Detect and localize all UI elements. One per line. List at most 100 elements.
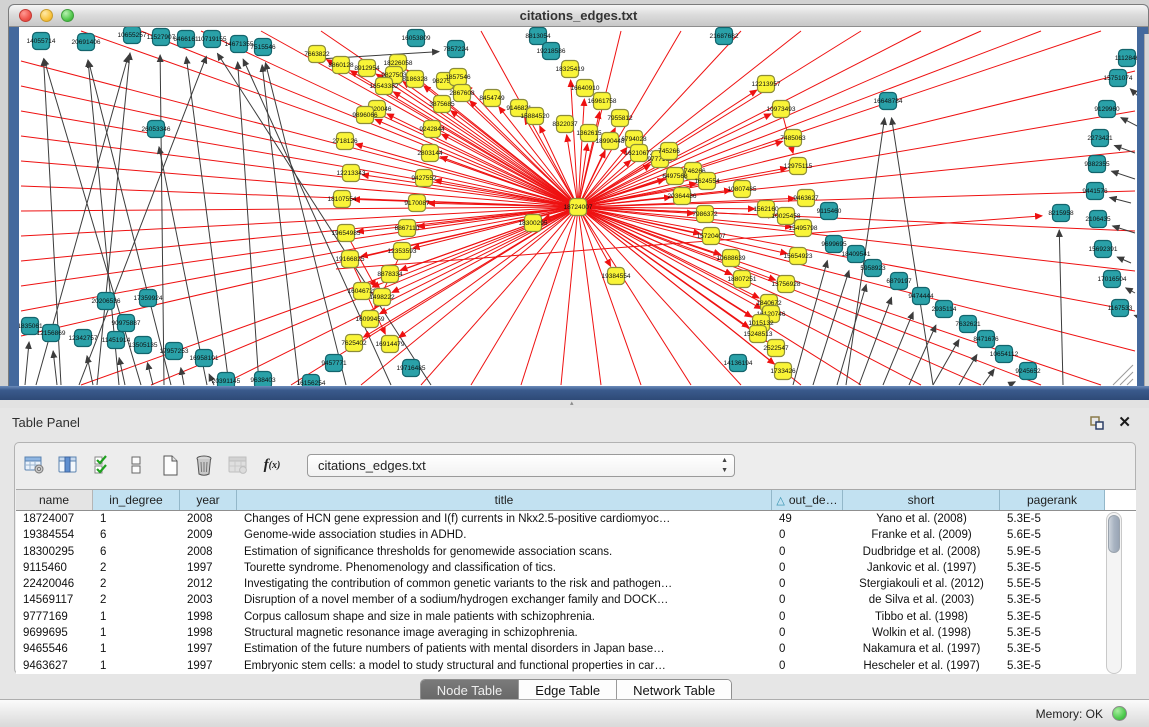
table-cell[interactable]: 0 — [772, 609, 843, 625]
scrollbar-thumb[interactable] — [1108, 515, 1120, 553]
table-cell[interactable]: Estimation of significance thresholds fo… — [237, 544, 772, 560]
network-node[interactable]: 6466161 — [173, 31, 199, 48]
table-cell[interactable]: 2 — [93, 576, 180, 592]
table-row[interactable]: 1830029562008Estimation of significance … — [16, 544, 1105, 560]
table-cell[interactable]: Stergiakouli et al. (2012) — [843, 576, 1000, 592]
network-node[interactable]: 19384554 — [602, 268, 631, 285]
network-node[interactable]: 10688639 — [717, 250, 746, 267]
table-cell[interactable]: 9777169 — [16, 609, 93, 625]
panel-splitter[interactable]: ▴ — [0, 400, 1149, 408]
resize-grip-icon[interactable] — [1120, 372, 1133, 385]
table-cell[interactable]: 5.3E-5 — [1000, 609, 1105, 625]
table-cell[interactable]: 0 — [772, 625, 843, 641]
memory-status-indicator[interactable] — [1112, 706, 1127, 721]
column-header-title[interactable]: title — [237, 490, 772, 510]
network-node[interactable]: 7632621 — [955, 316, 981, 333]
network-canvas[interactable]: 8860128891295418226058982750316543382224… — [19, 27, 1137, 387]
network-node[interactable]: 7955812 — [607, 110, 633, 127]
table-row[interactable]: 911546021997Tourette syndrome. Phenomeno… — [16, 560, 1105, 576]
network-node[interactable]: 8186328 — [402, 71, 428, 88]
column-header-out-de-[interactable]: △out_de… — [772, 490, 843, 510]
network-node[interactable]: 20364486 — [668, 188, 697, 205]
table-cell[interactable]: 2 — [93, 560, 180, 576]
table-cell[interactable]: 0 — [772, 641, 843, 657]
close-panel-icon[interactable]: ✕ — [1118, 413, 1131, 431]
network-node[interactable]: 15751074 — [1104, 70, 1133, 87]
network-node[interactable]: 9242844 — [419, 121, 445, 138]
network-node[interactable]: 13505135 — [129, 337, 158, 354]
network-node[interactable]: 10807485 — [728, 181, 757, 198]
resize-grip-icon[interactable] — [1127, 379, 1133, 385]
network-window-titlebar[interactable]: citations_edges.txt — [9, 5, 1148, 27]
table-row[interactable]: 1938455462009Genome-wide association stu… — [16, 527, 1105, 543]
network-node[interactable]: 2273421 — [1087, 130, 1113, 147]
table-row[interactable]: 2242004622012Investigating the contribut… — [16, 576, 1105, 592]
table-cell[interactable]: 1 — [93, 641, 180, 657]
trash-icon[interactable] — [193, 454, 215, 476]
table-row[interactable]: 946362711997Embryonic stem cells: a mode… — [16, 658, 1105, 674]
table-cell[interactable]: 5.3E-5 — [1000, 641, 1105, 657]
table-cell[interactable]: Tourette syndrome. Phenomenology and cla… — [237, 560, 772, 576]
table-cell[interactable]: 5.3E-5 — [1000, 592, 1105, 608]
table-cell[interactable]: 1 — [93, 511, 180, 527]
new-file-icon[interactable] — [159, 454, 181, 476]
network-node[interactable]: 12213957 — [752, 76, 781, 93]
table-cell[interactable]: 0 — [772, 658, 843, 674]
table-cell[interactable]: 5.6E-5 — [1000, 527, 1105, 543]
network-node[interactable]: 16648784 — [874, 93, 903, 110]
network-node[interactable]: 90975887 — [112, 315, 141, 332]
network-node[interactable]: 14055714 — [27, 33, 56, 50]
network-node[interactable]: 21687682 — [710, 28, 739, 45]
network-node[interactable]: 1167533 — [1108, 300, 1133, 317]
network-node[interactable]: 15692391 — [1089, 241, 1118, 258]
table-cell[interactable]: 5.5E-5 — [1000, 576, 1105, 592]
column-header-name[interactable]: name — [16, 490, 93, 510]
table-cell[interactable]: 5.3E-5 — [1000, 658, 1105, 674]
network-node[interactable]: 8471676 — [973, 331, 999, 348]
table-cell[interactable]: 5.3E-5 — [1000, 560, 1105, 576]
table-row[interactable]: 1872400712008Changes of HCN gene express… — [16, 511, 1105, 527]
network-node[interactable]: 26053346 — [142, 121, 171, 138]
table-column-icon[interactable] — [57, 454, 79, 476]
network-node[interactable]: 1112846 — [1115, 50, 1137, 67]
network-node[interactable]: 8878334 — [377, 266, 403, 283]
network-node[interactable]: 10654112 — [990, 346, 1019, 363]
column-header-year[interactable]: year — [180, 490, 237, 510]
table-cell[interactable]: Genome-wide association studies in ADHD. — [237, 527, 772, 543]
table-cell[interactable]: Investigating the contribution of common… — [237, 576, 772, 592]
network-node[interactable]: 7663822 — [304, 46, 330, 63]
network-node[interactable]: 9699695 — [821, 236, 847, 253]
network-node[interactable]: 3875685 — [429, 96, 455, 113]
network-node[interactable]: 2522547 — [763, 340, 789, 357]
network-node[interactable]: 9115460 — [817, 203, 842, 220]
network-node[interactable]: 8867110 — [395, 220, 420, 237]
table-cell[interactable]: Tibbo et al. (1998) — [843, 609, 1000, 625]
table-cell[interactable]: 18724007 — [16, 511, 93, 527]
network-node[interactable]: 12975115 — [784, 158, 813, 175]
table-cell[interactable]: 2012 — [180, 576, 237, 592]
network-node[interactable]: 9463627 — [793, 190, 819, 207]
network-node[interactable]: 9457771 — [321, 355, 347, 372]
table-cell[interactable]: 2009 — [180, 527, 237, 543]
table-cell[interactable]: 0 — [772, 560, 843, 576]
network-node[interactable]: 1733426 — [770, 363, 796, 380]
network-node[interactable]: 19716485 — [397, 360, 426, 377]
network-node[interactable]: 9245652 — [1015, 363, 1041, 380]
table-cell[interactable]: 2008 — [180, 511, 237, 527]
network-node[interactable]: 16053809 — [402, 30, 431, 47]
table-cell[interactable]: 9699695 — [16, 625, 93, 641]
table-cell[interactable]: Hescheler et al. (1997) — [843, 658, 1000, 674]
table-cell[interactable]: 0 — [772, 544, 843, 560]
network-node[interactable]: 6879197 — [886, 273, 912, 290]
table-cell[interactable]: Wolkin et al. (1998) — [843, 625, 1000, 641]
network-node[interactable]: 8912954 — [354, 60, 380, 77]
table-cell[interactable]: 0 — [772, 592, 843, 608]
table-cell[interactable]: Structural magnetic resonance image aver… — [237, 625, 772, 641]
table-cell[interactable]: Yano et al. (2008) — [843, 511, 1000, 527]
table-cell[interactable]: 1 — [93, 658, 180, 674]
network-node[interactable]: 8454749 — [479, 90, 505, 107]
network-node[interactable]: 18325419 — [556, 61, 585, 78]
network-node[interactable]: 2867608 — [449, 85, 475, 102]
table-cell[interactable]: 5.9E-5 — [1000, 544, 1105, 560]
network-node[interactable]: 9129960 — [1094, 101, 1120, 118]
